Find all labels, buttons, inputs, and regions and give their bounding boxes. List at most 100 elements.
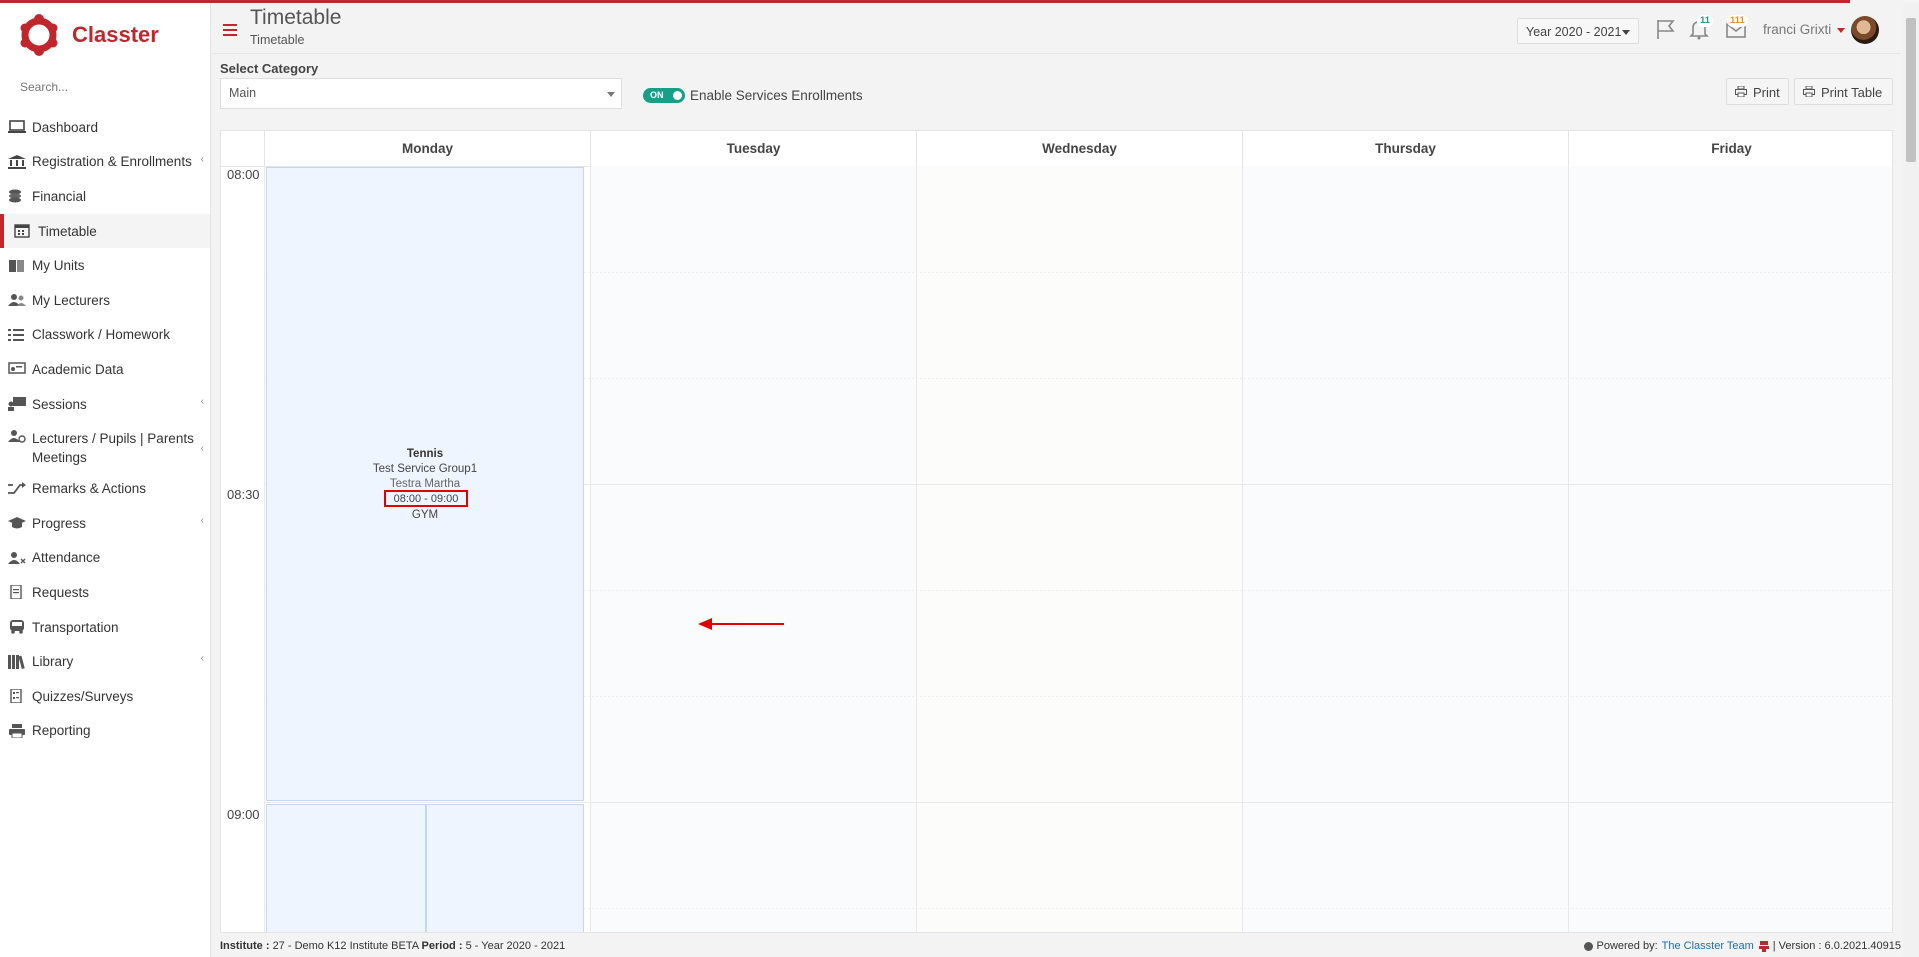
sidebar-item-timetable[interactable]: Timetable: [0, 213, 210, 249]
sidebar-item-remarks[interactable]: Remarks & Actions: [0, 471, 210, 506]
print-table-label: Print Table: [1821, 85, 1883, 100]
sidebar-item-financial[interactable]: Financial: [0, 179, 210, 214]
sidebar-item-my-lecturers[interactable]: My Lecturers: [0, 283, 210, 318]
timetable-event-next[interactable]: [266, 804, 426, 932]
sidebar-item-label: Financial: [32, 188, 87, 204]
time-label: 08:30: [227, 487, 260, 502]
tasks-icon: [8, 328, 24, 341]
search-input[interactable]: [0, 73, 210, 101]
grid-line: [264, 802, 1892, 803]
day-column-wednesday[interactable]: [917, 166, 1242, 932]
day-column-thursday[interactable]: [1243, 166, 1568, 932]
sidebar-item-attendance[interactable]: Attendance: [0, 541, 210, 576]
sidebar-item-label: Classwork / Homework: [32, 327, 171, 343]
sidebar-item-progress[interactable]: Progress ‹: [0, 506, 210, 541]
grid-line: [1242, 166, 1243, 932]
day-column-tuesday[interactable]: [591, 166, 916, 932]
annotation-arrow-icon: [698, 618, 784, 630]
day-column-friday[interactable]: [1569, 166, 1892, 932]
institute-value: 27 - Demo K12 Institute BETA: [272, 940, 419, 952]
print-icon: [1735, 86, 1747, 97]
sidebar-item-classwork[interactable]: Classwork / Homework: [0, 318, 210, 353]
sidebar-item-label: Registration & Enrollments: [32, 154, 192, 170]
avatar[interactable]: [1851, 16, 1879, 44]
vertical-scrollbar[interactable]: [1903, 3, 1919, 957]
sidebar-item-registration[interactable]: Registration & Enrollments ‹: [0, 145, 210, 180]
chevron-left-icon: ‹: [200, 514, 204, 526]
flag-icon[interactable]: [1654, 18, 1676, 40]
sidebar-item-dashboard[interactable]: Dashboard: [0, 110, 210, 145]
caret-down-icon: [607, 92, 615, 97]
version: | Version : 6.0.2021.40915: [1772, 940, 1901, 952]
user-x-icon: [8, 551, 26, 564]
print-icon: [1803, 86, 1815, 97]
day-header-wednesday: Wednesday: [916, 131, 1242, 166]
sidebar-item-label: Reporting: [32, 723, 91, 739]
toggle-label: Enable Services Enrollments: [690, 88, 863, 103]
coins-icon: [9, 189, 21, 203]
classter-team-link[interactable]: The Classter Team: [1662, 940, 1754, 952]
print-table-button[interactable]: Print Table: [1794, 78, 1893, 105]
caret-down-icon[interactable]: [1837, 28, 1845, 33]
category-select[interactable]: Main: [220, 78, 622, 109]
meeting-icon: [8, 430, 26, 444]
day-header-friday: Friday: [1568, 131, 1892, 166]
event-room: GYM: [411, 509, 439, 521]
sidebar-item-meetings[interactable]: Lecturers / Pupils | Parents Meetings ‹: [0, 421, 210, 471]
footer: Institute : 27 - Demo K12 Institute BETA…: [211, 936, 1919, 957]
chevron-left-icon: ‹: [200, 153, 204, 165]
survey-icon: [10, 689, 22, 704]
time-label: 09:00: [227, 807, 260, 822]
sidebar-item-library[interactable]: Library ‹: [0, 644, 210, 679]
sidebar-item-label: Sessions: [32, 396, 87, 412]
year-select[interactable]: Year 2020 - 2021: [1517, 18, 1639, 44]
page-title: Timetable: [250, 6, 342, 29]
scrollbar-thumb[interactable]: [1906, 18, 1916, 162]
chevron-left-icon: ‹: [200, 443, 204, 455]
sidebar-item-label: Quizzes/Surveys: [32, 688, 134, 704]
sidebar-item-reporting[interactable]: Reporting: [0, 714, 210, 749]
grid-line: [590, 166, 591, 932]
sidebar-item-quizzes[interactable]: Quizzes/Surveys: [0, 679, 210, 714]
services-enrollments-toggle[interactable]: ON: [643, 88, 685, 103]
calendar-grid: 08:00 08:30 09:00 Tennis Test Service Gr…: [221, 166, 1892, 932]
sidebar-item-requests[interactable]: Requests: [0, 575, 210, 610]
chevron-left-icon: ‹: [200, 395, 204, 407]
sidebar-item-transportation[interactable]: Transportation: [0, 610, 210, 645]
category-value: Main: [229, 86, 257, 100]
sidebar-item-my-units[interactable]: My Units: [0, 248, 210, 283]
bus-icon: [10, 620, 24, 634]
sidebar-item-label: Dashboard: [32, 119, 99, 135]
brand-logo[interactable]: Classter: [18, 11, 159, 59]
print-button[interactable]: Print: [1726, 78, 1789, 105]
library-icon: [8, 654, 25, 669]
sidebar: Classter Dashboard Registration & Enroll…: [0, 3, 211, 957]
header-divider: [211, 53, 1901, 54]
sidebar-item-label: Requests: [32, 584, 90, 600]
timetable-calendar: Monday Tuesday Wednesday Thursday Friday…: [220, 130, 1893, 933]
caret-down-icon: [1622, 30, 1630, 35]
day-header-thursday: Thursday: [1242, 131, 1568, 166]
print-label: Print: [1753, 85, 1780, 100]
toggle-state: ON: [650, 90, 664, 100]
category-label: Select Category: [220, 61, 319, 76]
sidebar-item-sessions[interactable]: Sessions ‹: [0, 387, 210, 422]
timetable-event-next[interactable]: [426, 804, 584, 932]
time-label: 08:00: [227, 167, 260, 182]
sidebar-item-label: My Lecturers: [32, 292, 111, 308]
notifications-badge: 11: [1697, 15, 1714, 27]
toggle-knob: [673, 91, 682, 100]
chalkboard-icon: [8, 362, 26, 375]
grid-line: [1568, 166, 1569, 932]
random-icon: [8, 481, 26, 494]
hamburger-menu-icon[interactable]: [223, 24, 237, 39]
timetable-event[interactable]: Tennis Test Service Group1 Testra Martha…: [266, 167, 584, 801]
print-icon: [9, 723, 25, 738]
users-icon: [8, 294, 26, 307]
event-title: Tennis: [406, 448, 444, 460]
sidebar-item-academic-data[interactable]: Academic Data: [0, 352, 210, 387]
sidebar-item-label: Library: [32, 654, 74, 670]
user-name[interactable]: franci Grixti: [1763, 22, 1831, 37]
event-time-highlight: 08:00 - 09:00: [384, 490, 468, 507]
period-value: 5 - Year 2020 - 2021: [465, 940, 566, 952]
